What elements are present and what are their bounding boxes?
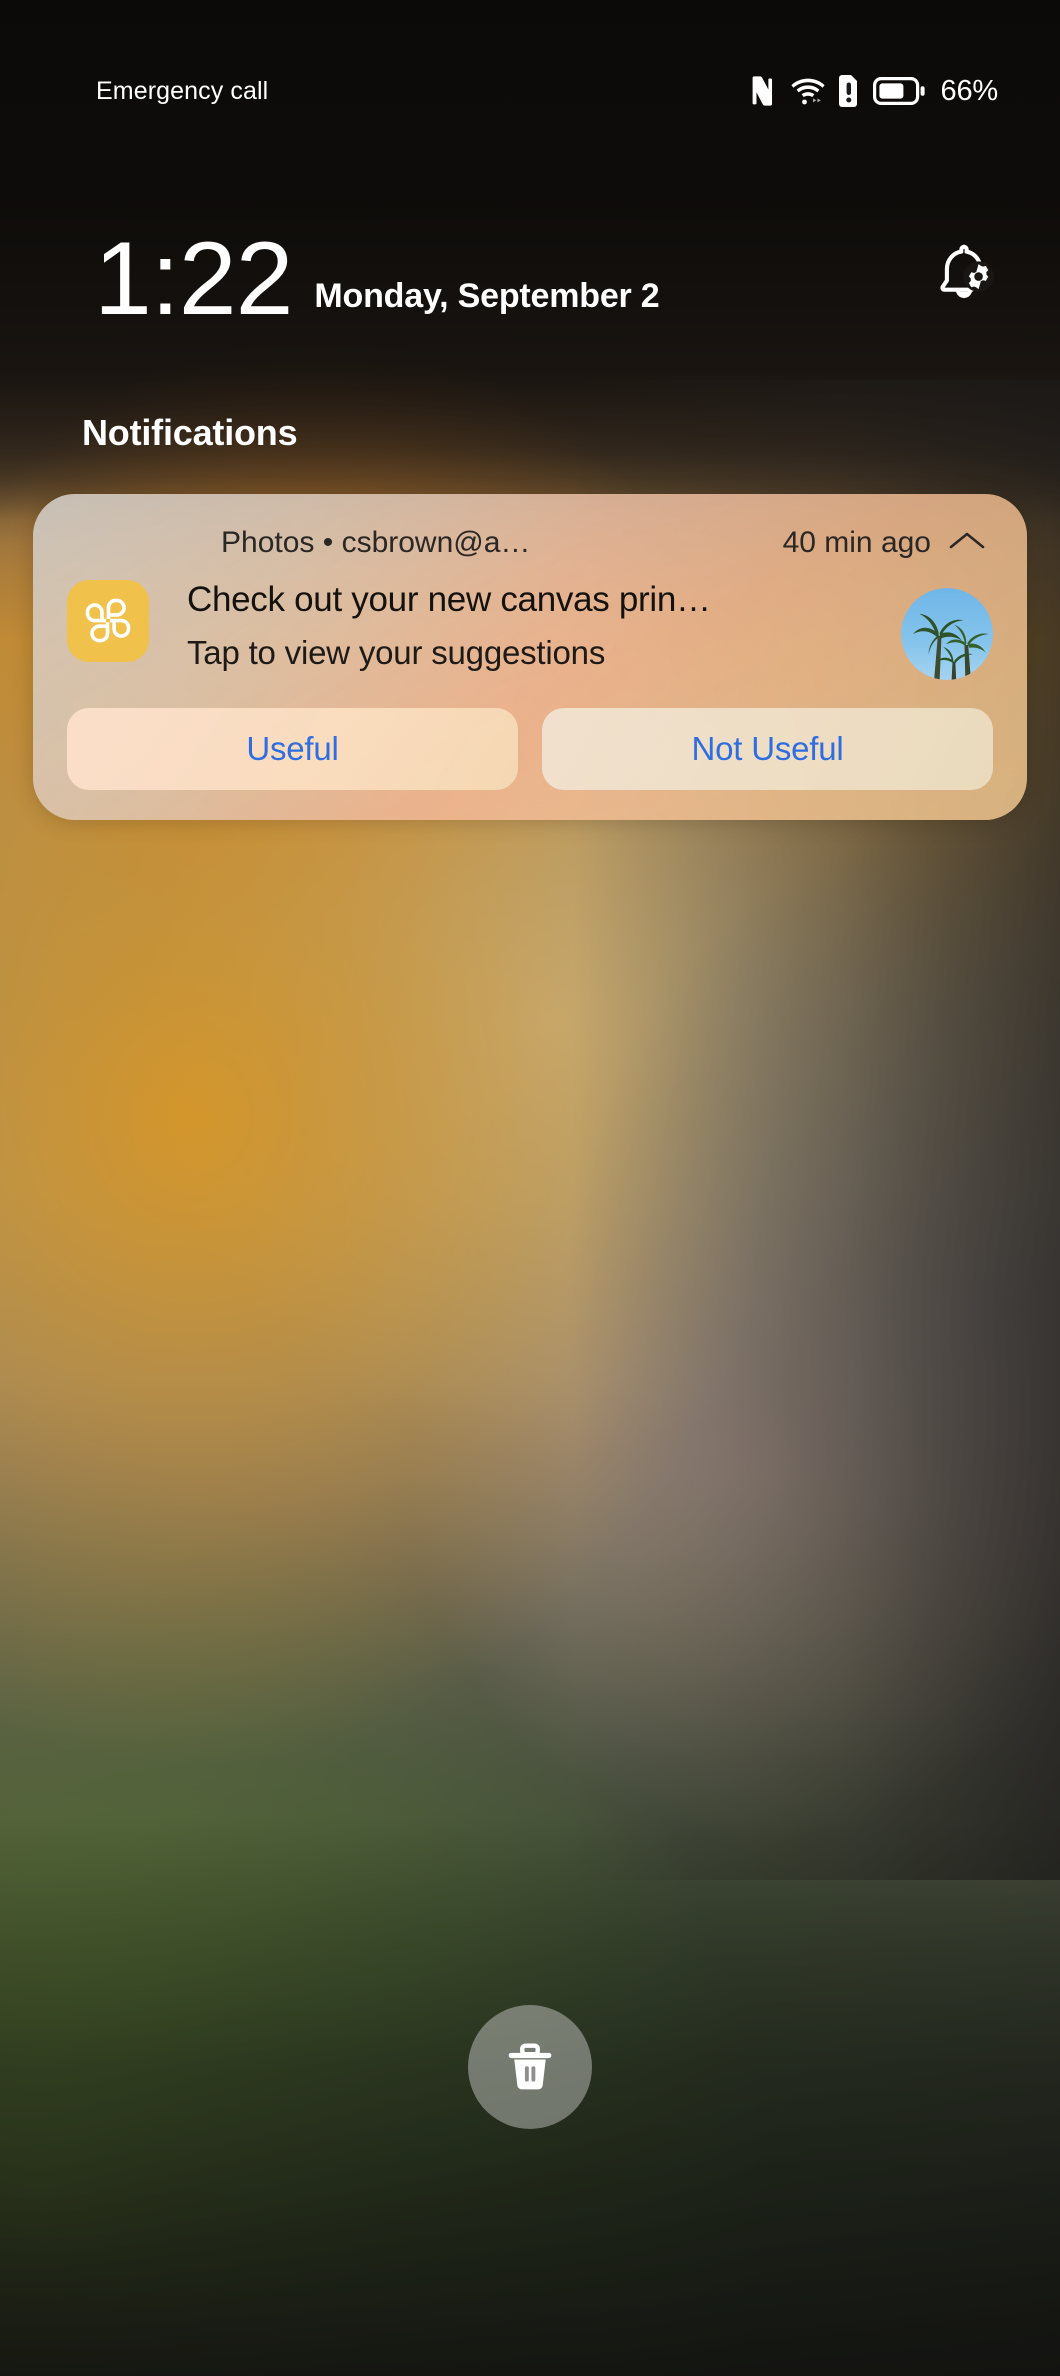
battery-percent-label: 66% [940,74,999,107]
notification-text: Tap to view your suggestions [187,633,606,671]
status-bar: Emergency call 66% [0,68,1060,114]
notification-actions: Useful Not Useful [67,708,993,790]
notification-thumbnail-wrap [885,574,993,680]
notification-body: Check out your new canvas prin… Tap to v… [67,574,993,680]
notification-source-label: Photos • csbrown@a… [221,526,531,559]
notification-title: Check out your new canvas prin… [187,580,711,619]
notification-meta-group: 40 min ago [783,526,987,560]
nfc-icon [749,75,777,107]
battery-icon [872,76,925,106]
wifi-icon [790,76,825,106]
notification-text-column: Check out your new canvas prin… Tap to v… [187,574,885,673]
clock-time: 1:22 [94,221,293,337]
notification-inner: Photos • csbrown@a… 40 min ago Check out… [33,494,1027,820]
notifications-heading: Notifications [82,412,298,453]
useful-button[interactable]: Useful [67,708,518,790]
emergency-call-label[interactable]: Emergency call [96,77,268,106]
notification-timestamp: 40 min ago [782,526,931,559]
status-icons-group: 66% [749,75,998,108]
not-useful-button[interactable]: Not Useful [542,708,993,790]
bell-gear-icon[interactable] [926,237,1002,318]
google-photos-pinwheel-icon [67,580,149,662]
sim-alert-icon [838,75,859,107]
trash-icon[interactable] [468,2005,592,2129]
lock-screen: Emergency call 66% 1:22 Monday, Septembe… [0,0,1060,2376]
notification-header-row: Photos • csbrown@a… 40 min ago [67,520,993,566]
palm-trees-photo-thumbnail [901,588,993,680]
clock-date: Monday, September 2 [314,276,660,315]
app-icon-wrap [67,574,187,662]
clock-row: 1:22 Monday, September 2 [0,221,1060,337]
chevron-up-icon[interactable] [947,528,987,559]
notification-card[interactable]: Photos • csbrown@a… 40 min ago Check out… [33,494,1027,820]
